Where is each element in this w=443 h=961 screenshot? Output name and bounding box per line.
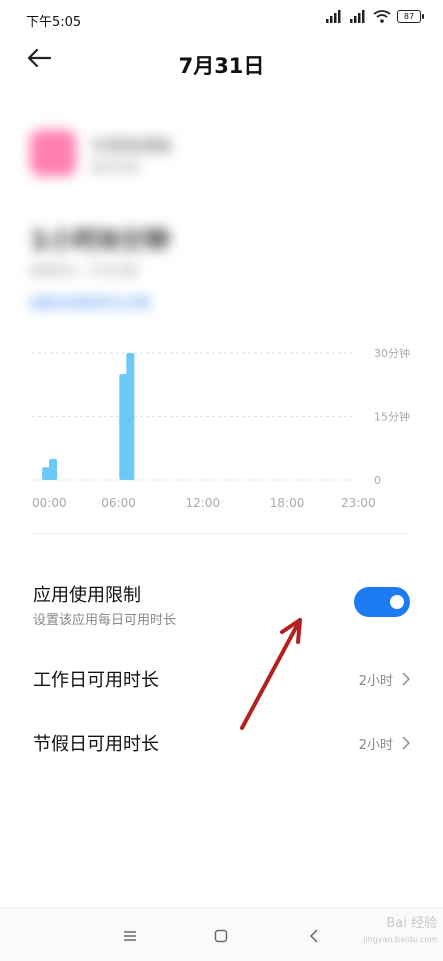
usage-total: 1小时8分钟 [30,226,171,256]
wifi-icon [373,10,391,23]
chevron-right-icon [402,672,411,686]
app-subtitle: 版本信息 [92,160,141,174]
workday-limit-value: 2小时 [358,674,393,689]
annotation-arrow [240,618,302,730]
nav-back-icon [309,929,318,943]
watermark-sub: jingyan.baidu.com [363,935,437,944]
usage-limit-subtitle: 设置该应用每日可用时长 [33,613,177,628]
menu-icon [124,931,136,941]
x-tick-label: 00:00 [32,496,67,510]
signal-icon-2 [350,10,365,23]
home-button[interactable] [207,922,235,950]
home-icon [214,929,228,943]
menu-button[interactable] [116,922,144,950]
usage-bar [49,458,58,480]
workday-limit-row[interactable]: 工作日可用时长 2小时 [0,660,443,700]
usage-bar [126,353,135,480]
y-tick-label: 0 [374,474,381,487]
x-tick-label: 06:00 [101,496,136,510]
usage-bar [42,467,51,480]
usage-bar [119,374,128,480]
workday-limit-label: 工作日可用时长 [33,670,159,691]
watermark: Bai 经验 jingyan.baidu.com [363,916,437,948]
y-tick-label: 30分钟 [374,346,410,360]
battery-icon: 87 [397,10,424,23]
status-time: 下午5:05 [26,15,82,30]
header: 7月31日 [0,40,443,88]
x-tick-label: 23:00 [341,496,376,510]
status-bar: 下午5:05 87 [0,0,443,36]
status-icons: 87 [325,10,424,23]
signal-icon [326,10,341,23]
x-tick-label: 12:00 [186,496,221,510]
usage-chart: 30分钟 15分钟 0 00:00 06:00 12:00 18:00 23:00 [32,346,410,510]
divider [32,533,410,534]
watermark-main: Bai 经验 [386,916,437,931]
x-tick-label: 18:00 [270,496,305,510]
app-info-blurred: 抖音极速版 版本信息 1小时8分钟 使用时长 · 打开次数 查看应用使用时长详情 [0,110,443,330]
y-tick-label: 15分钟 [374,410,410,424]
usage-detail: 使用时长 · 打开次数 [30,264,138,278]
holiday-limit-label: 节假日可用时长 [33,734,159,755]
usage-limit-title: 应用使用限制 [33,585,141,606]
navigation-bar: Bai 经验 jingyan.baidu.com [0,907,443,961]
holiday-limit-row[interactable]: 节假日可用时长 2小时 [0,724,443,764]
usage-detail-link[interactable]: 查看应用使用时长详情 [30,294,150,311]
page-title: 7月31日 [178,54,265,78]
app-icon [30,130,76,176]
toggle-knob [390,595,404,609]
holiday-limit-value: 2小时 [358,738,393,753]
chevron-right-icon [402,736,411,750]
app-name: 抖音极速版 [92,136,173,155]
usage-limit-toggle[interactable] [354,587,410,617]
nav-back-button[interactable] [300,922,328,950]
